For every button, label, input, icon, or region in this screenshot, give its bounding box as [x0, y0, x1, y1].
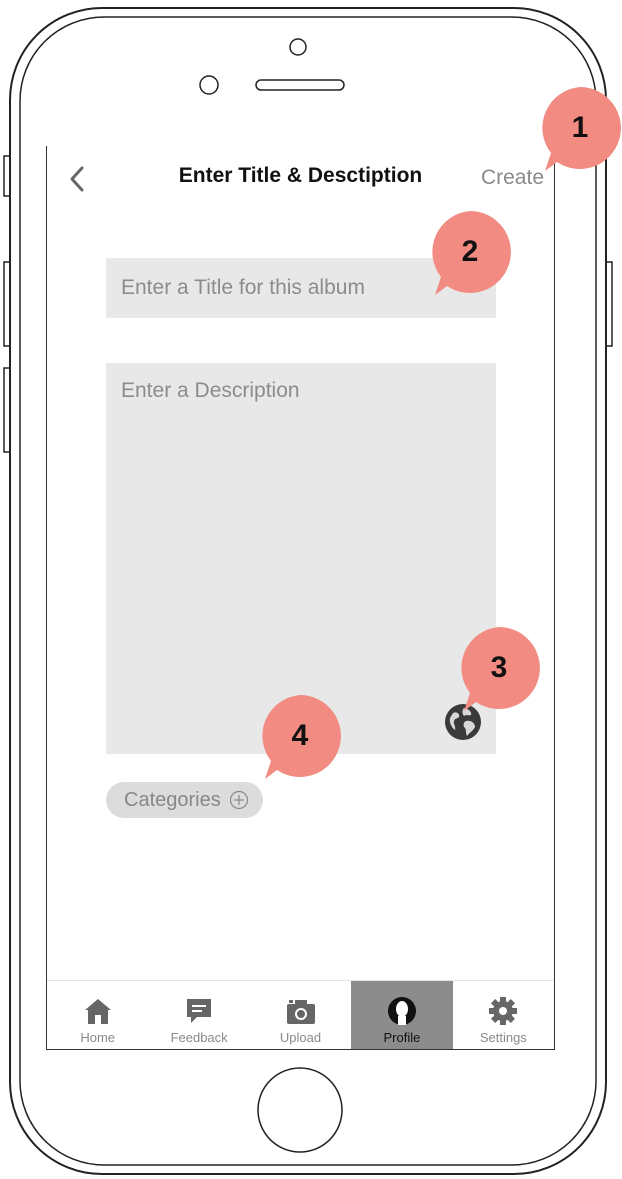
tab-upload[interactable]: Upload	[250, 981, 351, 1049]
tab-settings[interactable]: Settings	[453, 981, 554, 1049]
tab-label: Feedback	[170, 1030, 228, 1045]
callout-number: 3	[490, 651, 508, 684]
callout-2: 2	[429, 211, 511, 295]
tab-label: Settings	[479, 1030, 527, 1045]
tab-label: Upload	[279, 1030, 322, 1045]
callout-number: 2	[461, 235, 479, 268]
callout-3: 3	[458, 627, 540, 711]
user-icon	[387, 997, 416, 1025]
chat-bubble-icon	[187, 999, 212, 1023]
tab-bar: Home Feedback Upload Profile Settings	[47, 980, 554, 1049]
tab-feedback[interactable]: Feedback	[148, 981, 249, 1049]
home-icon	[84, 999, 111, 1024]
create-button[interactable]: Create	[481, 166, 544, 190]
tab-label: Home	[80, 1030, 116, 1045]
callout-4: 4	[259, 695, 341, 779]
categories-button[interactable]: Categories	[106, 782, 263, 818]
callout-number: 1	[571, 111, 589, 144]
callout-1: 1	[539, 87, 621, 171]
tab-profile[interactable]: Profile	[351, 981, 453, 1049]
gear-icon	[489, 997, 518, 1025]
page-title: Enter Title & Desctiption	[178, 164, 423, 187]
tab-home[interactable]: Home	[47, 981, 148, 1049]
tab-label: Profile	[383, 1030, 421, 1045]
callout-number: 4	[291, 719, 309, 752]
categories-label: Categories	[124, 788, 221, 811]
add-circle-icon	[229, 790, 248, 810]
camera-icon	[286, 1000, 315, 1024]
